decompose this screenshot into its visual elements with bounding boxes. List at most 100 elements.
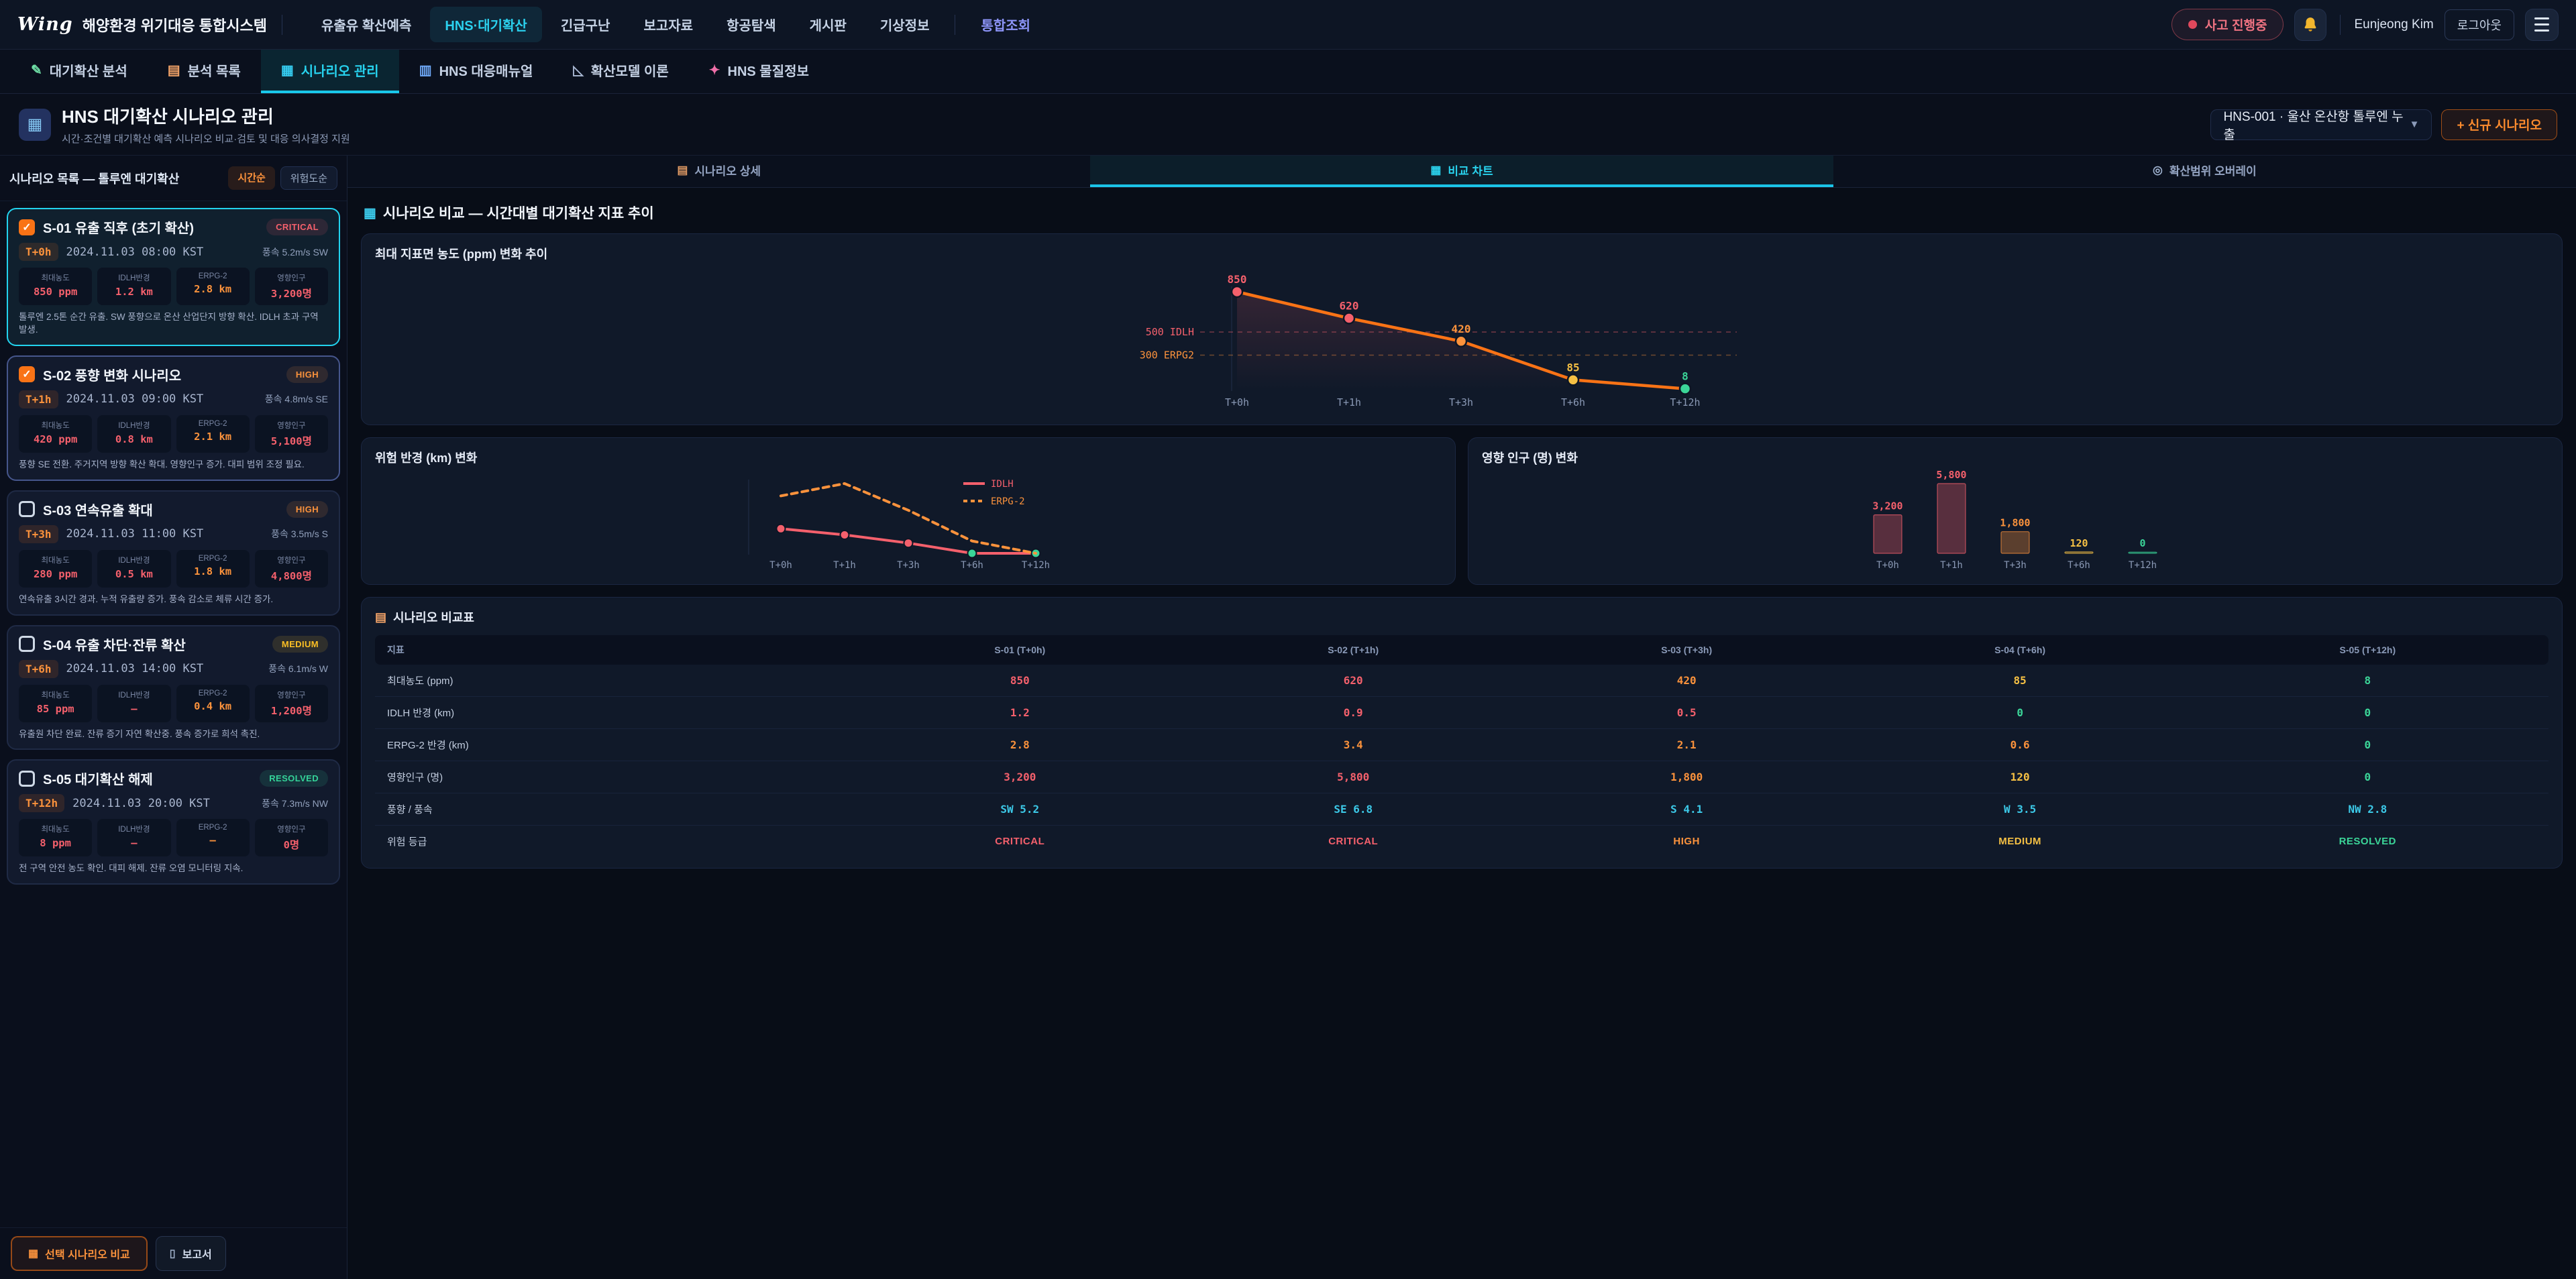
metric-box: 최대농도 420 ppm [19,415,92,453]
concentration-chart-title: 최대 지표면 농도 (ppm) 변화 추이 [375,245,2548,262]
compare-scenarios-button[interactable]: ▦ 선택 시나리오 비교 [11,1236,148,1271]
scenario-checkbox[interactable]: ✓ [19,219,35,235]
sort-by-risk-button[interactable]: 위험도순 [280,166,337,190]
clipboard-icon: ▤ [375,610,386,624]
status-dot-icon [2188,20,2197,29]
section-title: 시나리오 비교 — 시간대별 대기확산 지표 추이 [383,203,654,223]
metric-value: – [100,703,168,715]
subtab-icon: ▥ [419,62,432,78]
subtab-분석 목록[interactable]: ▤분석 목록 [148,50,261,93]
subtab-확산모델 이론[interactable]: ◺확산모델 이론 [553,50,688,93]
bell-icon [2302,16,2319,34]
table-cell: 0 [1854,697,2187,729]
metric-value: 5,100명 [258,433,325,448]
subtab-icon: ▤ [168,62,180,78]
view-tab-label: 비교 차트 [1448,162,1493,178]
table-cell: 850 [853,665,1187,697]
scenario-card-list: ✓ S-01 유출 직후 (초기 확산) CRITICAL T+0h 2024.… [0,201,347,891]
sort-by-time-button[interactable]: 시간순 [228,166,274,190]
scenario-title: S-05 대기확산 해제 [43,769,252,788]
table-cell: 3.4 [1187,729,1520,761]
view-tab-확산범위 오버레이[interactable]: ◎확산범위 오버레이 [1833,156,2576,187]
scenario-card-S-03[interactable]: S-03 연속유출 확대 HIGH T+3h 2024.11.03 11:00 … [7,490,340,616]
new-scenario-button[interactable]: + 신규 시나리오 [2441,109,2557,140]
nav-item-기상정보[interactable]: 기상정보 [865,7,945,42]
scenario-checkbox[interactable] [19,501,35,517]
table-cell: 120 [1854,761,2187,793]
scenario-checkbox[interactable] [19,771,35,787]
scenario-checkbox[interactable]: ✓ [19,366,35,382]
nav-item-항공탐색[interactable]: 항공탐색 [712,7,791,42]
incident-select[interactable]: HNS-001 · 울산 온산항 톨루엔 누출 ▼ [2210,109,2432,140]
scenario-checkbox[interactable] [19,636,35,652]
table-cell: RESOLVED [2187,826,2548,858]
notifications-button[interactable] [2294,9,2326,41]
nav-item-HNS·대기확산[interactable]: HNS·대기확산 [430,7,542,42]
table-column-header: S-03 (T+3h) [1520,635,1854,665]
scenario-card-S-05[interactable]: S-05 대기확산 해제 RESOLVED T+12h 2024.11.03 2… [7,759,340,885]
metric-box: ERPG-2 1.8 km [176,550,250,588]
metric-label: ERPG-2 [179,689,247,698]
svg-text:T+12h: T+12h [2129,560,2157,571]
table-row: 풍향 / 풍속 SW 5.2SE 6.8S 4.1W 3.5NW 2.8 [375,793,2548,826]
nav-item-통합조회[interactable]: 통합조회 [966,7,1045,42]
incident-status-badge: 사고 진행중 [2171,9,2284,40]
app-logo: Wing 해양환경 위기대응 통합시스템 [17,14,267,36]
logout-button[interactable]: 로그아웃 [2445,9,2514,40]
metric-value: 4,800명 [258,568,325,583]
svg-text:5,800: 5,800 [1936,469,1966,481]
subtab-대기확산 분석[interactable]: ✎대기확산 분석 [11,50,148,93]
report-button[interactable]: ▯ 보고서 [156,1236,226,1271]
radius-line-chart: IDLHERPG-2T+0hT+1hT+3hT+6hT+12h [375,466,1442,573]
metric-box: 영향인구 3,200명 [255,268,328,305]
view-tab-비교 차트[interactable]: ▦비교 차트 [1090,156,1833,187]
metric-value: – [179,834,247,846]
metric-box: 최대농도 850 ppm [19,268,92,305]
subtab-HNS 대응매뉴얼[interactable]: ▥ HNS 대응매뉴얼 [399,50,553,93]
subtab-label: HNS 물질정보 [728,60,809,80]
metric-label: 최대농도 [21,555,89,565]
table-column-header: S-04 (T+6h) [1854,635,2187,665]
subtab-시나리오 관리[interactable]: ▦시나리오 관리 [261,50,399,93]
table-cell: SE 6.8 [1187,793,1520,826]
nav-item-게시판[interactable]: 게시판 [795,7,861,42]
page-title: HNS 대기확산 시나리오 관리 [62,103,350,128]
view-tab-label: 확산범위 오버레이 [2169,162,2257,178]
document-icon: ▯ [170,1247,176,1260]
time-offset-badge: T+3h [19,525,58,543]
nav-item-유출유 확산예측[interactable]: 유출유 확산예측 [307,7,426,42]
sidebar-title: 시나리오 목록 — 톨루엔 대기확산 [9,170,179,187]
report-label: 보고서 [182,1245,212,1262]
table-cell: NW 2.8 [2187,793,2548,826]
wind-info: 풍속 3.5m/s S [271,527,328,541]
table-row-label: ERPG-2 반경 (km) [375,729,853,761]
metric-value: 2.1 km [179,431,247,443]
nav-item-보고자료[interactable]: 보고자료 [629,7,708,42]
scenario-description: 유출원 차단 완료. 잔류 증기 자연 확산중. 풍속 증가로 희석 촉진. [19,728,328,741]
view-tab-시나리오 상세[interactable]: ▤시나리오 상세 [347,156,1090,187]
metric-value: 0.8 km [100,433,168,445]
scenario-card-S-01[interactable]: ✓ S-01 유출 직후 (초기 확산) CRITICAL T+0h 2024.… [7,208,340,346]
table-row: IDLH 반경 (km) 1.20.90.500 [375,697,2548,729]
svg-text:T+12h: T+12h [1022,560,1050,571]
svg-text:300 ERPG2: 300 ERPG2 [1140,349,1194,362]
nav-item-긴급구난[interactable]: 긴급구난 [546,7,625,42]
risk-badge: MEDIUM [272,636,328,653]
scenario-card-S-04[interactable]: S-04 유출 차단·잔류 확산 MEDIUM T+6h 2024.11.03 … [7,625,340,750]
metric-value: 0.4 km [179,700,247,712]
subtab-icon: ▦ [281,62,294,78]
subtab-HNS 물질정보[interactable]: ✦HNS 물질정보 [689,50,829,93]
metric-label: 최대농도 [21,272,89,283]
metric-value: 85 ppm [21,703,89,715]
metric-box: IDLH반경 0.5 km [97,550,170,588]
metric-value: – [100,837,168,849]
topbar-right: 사고 진행중 Eunjeong Kim 로그아웃 [2171,9,2559,41]
subtab-label: HNS 대응매뉴얼 [439,60,533,80]
metric-box: 최대농도 280 ppm [19,550,92,588]
scenario-card-S-02[interactable]: ✓ S-02 풍향 변화 시나리오 HIGH T+1h 2024.11.03 0… [7,355,340,481]
comparison-table-head: 지표S-01 (T+0h)S-02 (T+1h)S-03 (T+3h)S-04 … [375,635,2548,665]
metric-box: 영향인구 5,100명 [255,415,328,453]
metric-value: 280 ppm [21,568,89,580]
menu-button[interactable] [2525,9,2559,41]
comparison-table: 지표S-01 (T+0h)S-02 (T+1h)S-03 (T+3h)S-04 … [375,635,2548,857]
